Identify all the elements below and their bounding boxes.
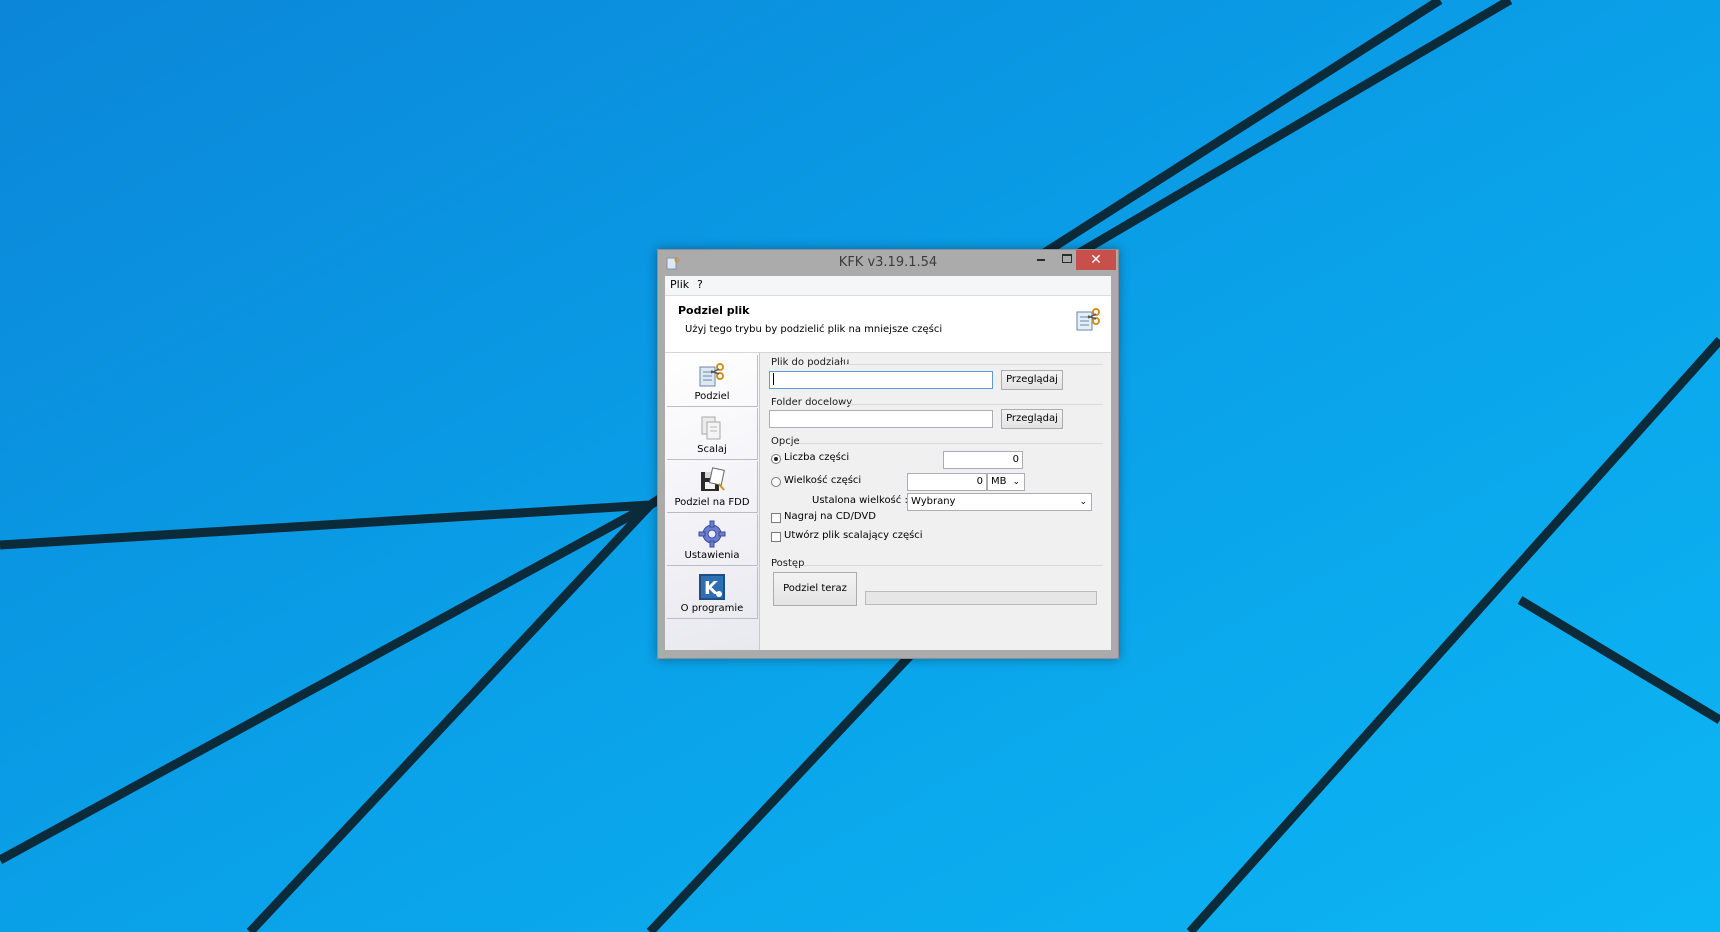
destination-folder-input[interactable]: [769, 410, 993, 428]
create-merge-file-checkbox[interactable]: [771, 532, 781, 542]
sidebar-item-label: Scalaj: [697, 444, 727, 455]
part-size-unit-select[interactable]: MB ⌄: [987, 473, 1025, 491]
source-file-input[interactable]: [769, 371, 993, 389]
sidebar-item-scalaj[interactable]: Scalaj: [667, 408, 758, 460]
destination-folder-label: Folder docelowy: [771, 397, 853, 408]
menu-bar: Plik ?: [665, 276, 1111, 296]
source-file-label: Plik do podziału: [771, 357, 850, 368]
divider: [841, 404, 1103, 405]
sidebar-item-podziel[interactable]: Podziel: [667, 355, 758, 407]
progress-bar: [865, 591, 1097, 605]
burn-cd-checkbox[interactable]: [771, 513, 781, 523]
sidebar-item-label: Ustawienia: [684, 550, 740, 561]
part-size-input[interactable]: 0: [907, 473, 987, 491]
browse-destination-button[interactable]: Przeglądaj: [1001, 409, 1063, 429]
client-area: Plik ? Podziel plik Użyj tego trybu by p…: [665, 276, 1111, 650]
merge-files-icon: [701, 416, 721, 440]
floppy-disk-icon: [701, 467, 725, 491]
radio-selected-dot: [774, 457, 778, 461]
part-size-radio[interactable]: [771, 477, 781, 487]
settings-gear-icon: [698, 520, 726, 548]
mode-title: Podziel plik: [678, 304, 750, 317]
burn-cd-label: Nagraj na CD/DVD: [784, 511, 876, 522]
text-caret: [773, 373, 774, 385]
maximize-icon: [1062, 254, 1072, 263]
options-group-label: Opcje: [771, 436, 800, 447]
sidebar-item-label: Podziel: [694, 391, 730, 402]
parts-count-input[interactable]: 0: [943, 451, 1023, 469]
create-merge-file-label: Utwórz plik scalający części: [784, 530, 923, 541]
close-button[interactable]: ✕: [1076, 250, 1116, 270]
divider: [803, 565, 1103, 566]
fixed-size-label: Ustalona wielkość :: [812, 495, 908, 506]
mode-header: Podziel plik Użyj tego trybu by podzieli…: [665, 296, 1111, 353]
progress-group-label: Postęp: [771, 558, 805, 569]
divider: [799, 443, 1103, 444]
fixed-size-value: Wybrany: [911, 496, 956, 507]
sidebar-item-fdd[interactable]: Podziel na FDD: [667, 461, 758, 513]
sidebar-item-ustawienia[interactable]: Ustawienia: [667, 514, 758, 566]
menu-help[interactable]: ?: [697, 278, 703, 291]
split-file-icon: [1076, 308, 1100, 331]
mode-description: Użyj tego trybu by podzielić plik na mni…: [685, 324, 943, 335]
unit-value: MB: [991, 476, 1007, 487]
sidebar-item-o-programie[interactable]: K O programie: [667, 567, 758, 619]
title-bar[interactable]: KFK v3.19.1.54 ✕: [658, 250, 1118, 276]
mode-sidebar: Podziel Scalaj Podziel na FDD Ustawienia…: [665, 353, 760, 650]
minimize-icon: [1037, 258, 1045, 261]
sidebar-item-label: Podziel na FDD: [674, 497, 750, 508]
sidebar-item-label: O programie: [680, 603, 744, 614]
menu-plik[interactable]: Plik: [670, 278, 689, 291]
chevron-down-icon: ⌄: [1079, 497, 1087, 507]
kfk-window: KFK v3.19.1.54 ✕ Plik ? Podziel plik Uży…: [657, 249, 1119, 659]
minimize-button[interactable]: [1028, 250, 1054, 270]
fixed-size-select[interactable]: Wybrany ⌄: [907, 493, 1092, 511]
browse-source-button[interactable]: Przeglądaj: [1001, 370, 1063, 390]
parts-count-label: Liczba części: [784, 452, 850, 463]
chevron-down-icon: ⌄: [1012, 477, 1020, 487]
split-now-button[interactable]: Podziel teraz: [773, 572, 857, 606]
about-k-icon: K: [699, 574, 725, 600]
divider: [845, 364, 1103, 365]
parts-count-radio[interactable]: [771, 454, 781, 464]
part-size-label: Wielkość części: [784, 475, 862, 486]
split-file-icon: [699, 363, 724, 387]
